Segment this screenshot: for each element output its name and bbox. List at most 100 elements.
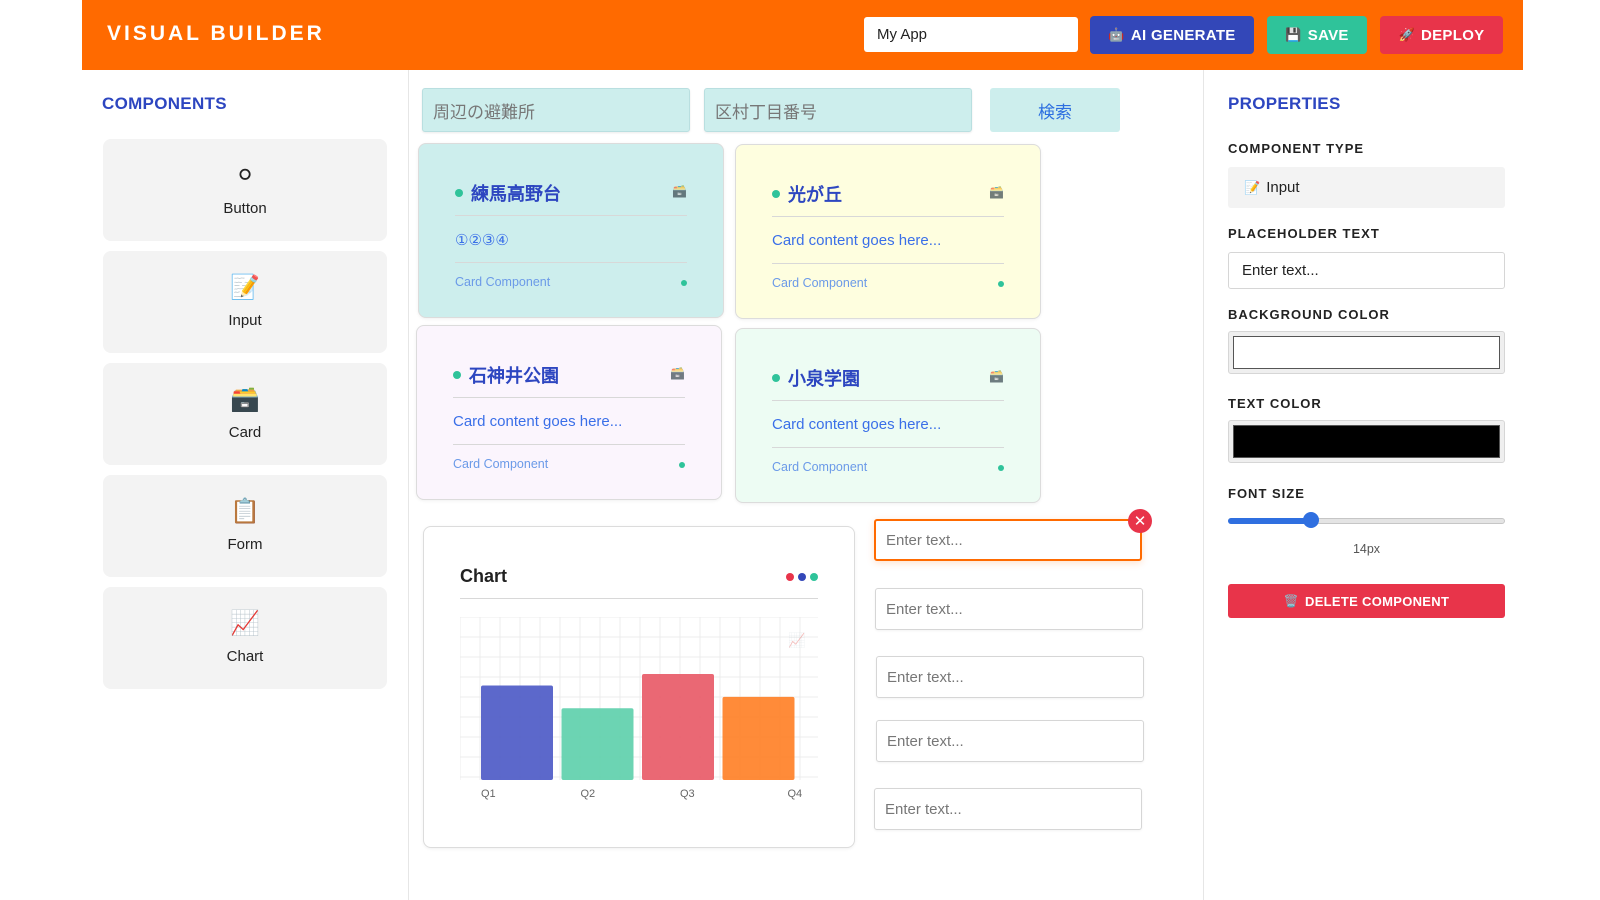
trash-icon: 🗑️: [1283, 594, 1300, 608]
card-content: Card content goes here...: [772, 416, 942, 433]
builder-canvas[interactable]: 周辺の避難所 区村丁目番号 検索 練馬高野台 🗃️ ①②③④ Card Comp…: [409, 70, 1204, 900]
card-content: Card content goes here...: [772, 232, 942, 249]
slider-fill: [1228, 518, 1312, 524]
brand-title: VISUAL BUILDER: [107, 22, 325, 45]
text-input-selected[interactable]: Enter text...: [874, 519, 1142, 561]
components-title: COMPONENTS: [102, 94, 227, 113]
component-item-button[interactable]: ⚪ Button: [103, 139, 387, 241]
divider: [772, 400, 1004, 401]
card-box-icon: 🗃️: [670, 366, 685, 380]
properties-panel: PROPERTIES COMPONENT TYPE 📝 Input PLACEH…: [1204, 70, 1523, 900]
card-component[interactable]: 練馬高野台 🗃️ ①②③④ Card Component: [418, 143, 724, 318]
app-name-input[interactable]: My App: [864, 17, 1078, 52]
bar-q2: [561, 708, 634, 780]
deploy-label: DEPLOY: [1421, 26, 1485, 44]
placeholder-text-input[interactable]: Enter text...: [1228, 252, 1505, 289]
search-button[interactable]: 検索: [990, 88, 1120, 132]
card-footer: Card Component: [455, 275, 551, 289]
card-box-icon: 🗃️: [989, 185, 1004, 199]
status-dot: [453, 371, 461, 379]
x-tick-label: Q4: [788, 788, 803, 800]
floppy-icon: 💾: [1285, 27, 1302, 42]
divider: [453, 444, 685, 445]
properties-title: PROPERTIES: [1228, 94, 1341, 113]
footer-dot: [998, 281, 1004, 287]
circle-icon: ⚪: [234, 162, 256, 189]
address-search-input[interactable]: 区村丁目番号: [704, 88, 972, 132]
deploy-button[interactable]: 🚀 DEPLOY: [1380, 16, 1503, 54]
text-input[interactable]: Enter text...: [876, 720, 1144, 762]
card-box-icon: 🗃️: [672, 184, 687, 198]
card-title: 光が丘: [772, 181, 842, 207]
divider: [772, 216, 1004, 217]
robot-icon: 🤖: [1108, 27, 1125, 42]
placeholder-text-label: PLACEHOLDER TEXT: [1228, 226, 1380, 241]
divider: [455, 215, 687, 216]
status-dot: [772, 190, 780, 198]
chart-icon: 📈: [788, 632, 805, 649]
component-item-form[interactable]: 📋 Form: [103, 475, 387, 577]
components-panel: COMPONENTS ⚪ Button 📝 Input 🗃️ Card 📋 Fo…: [82, 70, 409, 900]
text-input[interactable]: Enter text...: [874, 788, 1142, 830]
text-input[interactable]: Enter text...: [875, 588, 1143, 630]
dot-red: [786, 573, 794, 581]
card-box-icon: 🗃️: [989, 369, 1004, 383]
component-label: Input: [228, 312, 262, 329]
card-title: 小泉学園: [772, 365, 860, 391]
close-icon[interactable]: ✕: [1128, 509, 1152, 533]
background-color-label: BACKGROUND COLOR: [1228, 307, 1390, 322]
status-dot: [772, 374, 780, 382]
component-label: Button: [223, 200, 267, 217]
card-content: Card content goes here...: [453, 413, 623, 430]
card-title: 石神井公園: [453, 362, 559, 388]
footer-dot: [679, 462, 685, 468]
footer-dot: [681, 280, 687, 286]
card-footer: Card Component: [453, 457, 549, 471]
card-component[interactable]: 小泉学園 🗃️ Card content goes here... Card C…: [735, 328, 1041, 503]
card-footer: Card Component: [772, 276, 868, 290]
chart-title: Chart: [460, 566, 508, 586]
bar-q1: [481, 685, 553, 780]
font-size-label: FONT SIZE: [1228, 486, 1305, 501]
chart-dots: [786, 573, 818, 581]
divider: [453, 397, 685, 398]
top-header: VISUAL BUILDER My App 🤖 AI GENERATE 💾 SA…: [82, 0, 1523, 70]
card-component[interactable]: 石神井公園 🗃️ Card content goes here... Card …: [416, 325, 722, 500]
ai-generate-button[interactable]: 🤖 AI GENERATE: [1090, 16, 1254, 54]
slider-thumb[interactable]: [1303, 512, 1320, 528]
component-item-input[interactable]: 📝 Input: [103, 251, 387, 353]
delete-component-button[interactable]: 🗑️ DELETE COMPONENT: [1228, 584, 1505, 618]
divider: [772, 447, 1004, 448]
save-button[interactable]: 💾 SAVE: [1267, 16, 1367, 54]
bar-q3: [642, 674, 714, 780]
x-tick-label: Q3: [680, 788, 695, 800]
divider: [455, 262, 687, 263]
text-color-label: TEXT COLOR: [1228, 396, 1322, 411]
card-title: 練馬高野台: [455, 180, 561, 206]
shelter-search-input[interactable]: 周辺の避難所: [422, 88, 690, 132]
font-size-value: 14px: [1352, 542, 1381, 556]
component-type-label: COMPONENT TYPE: [1228, 141, 1365, 156]
text-color-picker[interactable]: [1228, 420, 1505, 463]
card-title-text: 光が丘: [788, 185, 842, 205]
dot-green: [810, 573, 818, 581]
font-size-slider[interactable]: [1228, 512, 1505, 528]
component-label: Form: [227, 536, 263, 553]
component-label: Card: [228, 424, 262, 441]
card-title-text: 小泉学園: [788, 369, 860, 389]
card-footer: Card Component: [772, 460, 868, 474]
delete-component-label: DELETE COMPONENT: [1305, 593, 1450, 609]
clipboard-icon: 📋: [230, 498, 260, 525]
component-item-card[interactable]: 🗃️ Card: [103, 363, 387, 465]
chart-icon: 📈: [230, 610, 260, 637]
text-input[interactable]: Enter text...: [876, 656, 1144, 698]
card-content: ①②③④: [455, 232, 509, 249]
chart-component[interactable]: Chart 📈 Q1 Q2 Q3 Q4: [423, 526, 855, 848]
card-box-icon: 🗃️: [230, 386, 260, 413]
divider: [772, 263, 1004, 264]
background-color-picker[interactable]: [1228, 331, 1505, 374]
card-component[interactable]: 光が丘 🗃️ Card content goes here... Card Co…: [735, 144, 1041, 319]
status-dot: [455, 189, 463, 197]
component-item-chart[interactable]: 📈 Chart: [103, 587, 387, 689]
bar-q4: [722, 696, 795, 780]
